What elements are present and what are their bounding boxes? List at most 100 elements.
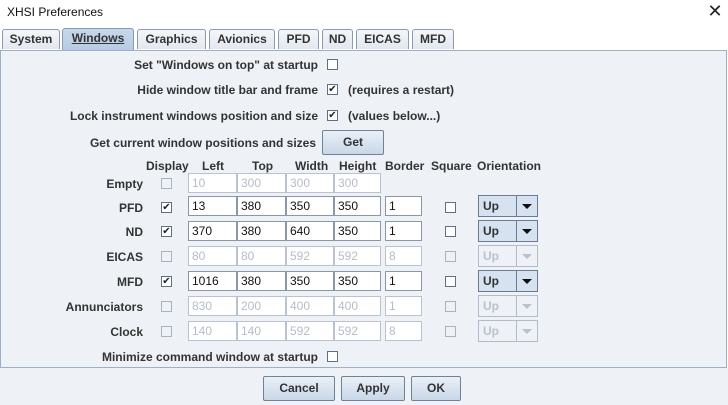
- row-pfd-display-checkbox[interactable]: [161, 202, 172, 213]
- tab-mfd[interactable]: MFD: [412, 29, 454, 49]
- chevron-down-icon[interactable]: [516, 246, 537, 266]
- chevron-down-icon[interactable]: [516, 321, 537, 341]
- row-eicas-width-field[interactable]: 592: [286, 246, 334, 266]
- row-eicas-orientation-value: Up: [483, 249, 499, 263]
- row-annunciators-orientation-value: Up: [483, 299, 499, 313]
- row-pfd-orientation-select[interactable]: Up: [478, 195, 538, 217]
- lock-position-note: (values below...): [348, 109, 441, 123]
- row-nd-width-field[interactable]: 640: [286, 221, 334, 241]
- row-clock-left-field[interactable]: 140: [188, 321, 237, 341]
- row-nd-display-checkbox[interactable]: [161, 226, 172, 237]
- row-nd-square-checkbox[interactable]: [445, 226, 456, 237]
- tab-avionics[interactable]: Avionics: [209, 29, 275, 49]
- lock-position-checkbox[interactable]: [327, 110, 338, 121]
- row-pfd-square-checkbox[interactable]: [445, 202, 456, 213]
- row-clock-top-field[interactable]: 140: [237, 321, 286, 341]
- row-mfd-width-field[interactable]: 350: [286, 271, 334, 291]
- cancel-button[interactable]: Cancel: [263, 376, 335, 401]
- row-nd-left-field[interactable]: 370: [188, 221, 237, 241]
- row-mfd-top-field[interactable]: 380: [237, 271, 286, 291]
- row-clock-width-field[interactable]: 592: [286, 321, 334, 341]
- row-mfd-orientation-select[interactable]: Up: [478, 270, 538, 292]
- row-annunciators-border-field[interactable]: 1: [385, 296, 422, 316]
- header-width: Width: [295, 159, 329, 173]
- apply-button[interactable]: Apply: [341, 376, 405, 401]
- windows-on-top-label: Set "Windows on top" at startup: [134, 58, 318, 72]
- row-clock-orientation-select[interactable]: Up: [478, 320, 538, 342]
- row-clock-orientation-value: Up: [483, 324, 499, 338]
- row-pfd-border-field[interactable]: 1: [385, 196, 422, 216]
- row-pfd-left-field[interactable]: 13: [188, 196, 237, 216]
- row-annunciators-display-checkbox[interactable]: [161, 301, 172, 312]
- close-icon[interactable]: ✕: [704, 1, 726, 23]
- get-button[interactable]: Get: [322, 130, 384, 155]
- row-empty-width-field[interactable]: 300: [286, 173, 334, 193]
- chevron-down-icon[interactable]: [516, 296, 537, 316]
- header-top: Top: [252, 159, 274, 173]
- chevron-down-icon[interactable]: [516, 271, 537, 291]
- header-orientation: Orientation: [477, 159, 542, 173]
- row-empty-height-field[interactable]: 300: [334, 173, 381, 193]
- row-pfd-top-field[interactable]: 380: [237, 196, 286, 216]
- hide-title-bar-label: Hide window title bar and frame: [137, 83, 318, 97]
- row-mfd-border-field[interactable]: 1: [385, 271, 422, 291]
- row-mfd-left-field[interactable]: 1016: [188, 271, 237, 291]
- row-pfd-height-field[interactable]: 350: [334, 196, 381, 216]
- row-nd-top-field[interactable]: 380: [237, 221, 286, 241]
- tab-windows[interactable]: Windows: [62, 28, 134, 50]
- minimize-cmd-checkbox[interactable]: [327, 351, 338, 362]
- chevron-down-icon[interactable]: [516, 221, 537, 241]
- row-annunciators-left-field[interactable]: 830: [188, 296, 237, 316]
- header-left: Left: [202, 159, 224, 173]
- row-mfd-square-checkbox[interactable]: [445, 276, 456, 287]
- row-eicas-height-field[interactable]: 592: [334, 246, 381, 266]
- row-eicas-display-checkbox[interactable]: [161, 251, 172, 262]
- row-nd-border-field[interactable]: 1: [385, 221, 422, 241]
- row-empty-label: Empty: [106, 177, 143, 191]
- header-height: Height: [339, 159, 377, 173]
- chevron-down-icon[interactable]: [516, 196, 537, 216]
- row-eicas-orientation-select[interactable]: Up: [478, 245, 538, 267]
- row-mfd-label: MFD: [117, 275, 143, 289]
- row-eicas-top-field[interactable]: 80: [237, 246, 286, 266]
- footer-bar: Cancel Apply OK: [0, 368, 728, 405]
- windows-on-top-checkbox[interactable]: [327, 59, 338, 70]
- row-pfd-label: PFD: [119, 201, 143, 215]
- row-annunciators-top-field[interactable]: 200: [237, 296, 286, 316]
- row-annunciators-height-field[interactable]: 400: [334, 296, 381, 316]
- row-annunciators-orientation-select[interactable]: Up: [478, 295, 538, 317]
- ok-button[interactable]: OK: [411, 376, 461, 401]
- row-annunciators-width-field[interactable]: 400: [286, 296, 334, 316]
- row-empty-display-checkbox[interactable]: [161, 178, 172, 189]
- row-nd-height-field[interactable]: 350: [334, 221, 381, 241]
- row-clock-square-checkbox[interactable]: [445, 326, 456, 337]
- row-annunciators-square-checkbox[interactable]: [445, 301, 456, 312]
- row-clock-height-field[interactable]: 592: [334, 321, 381, 341]
- tab-pfd[interactable]: PFD: [278, 29, 319, 49]
- header-border: Border: [385, 159, 425, 173]
- tab-mfd-label: MFD: [420, 32, 446, 46]
- row-empty-left-field[interactable]: 10: [188, 173, 237, 193]
- tab-eicas[interactable]: EICAS: [356, 29, 409, 49]
- row-pfd-width-field[interactable]: 350: [286, 196, 334, 216]
- tab-windows-label: Windows: [71, 31, 125, 45]
- row-eicas-border-field[interactable]: 8: [385, 246, 422, 266]
- row-mfd-orientation-value: Up: [483, 274, 499, 288]
- tab-graphics[interactable]: Graphics: [137, 29, 206, 49]
- row-eicas-square-checkbox[interactable]: [445, 251, 456, 262]
- row-clock-border-field[interactable]: 8: [385, 321, 422, 341]
- get-positions-label: Get current window positions and sizes: [89, 136, 316, 150]
- tab-avionics-label: Avionics: [217, 32, 267, 46]
- title-bar: XHSI Preferences ✕: [0, 0, 728, 26]
- row-mfd-display-checkbox[interactable]: [161, 276, 172, 287]
- row-mfd-height-field[interactable]: 350: [334, 271, 381, 291]
- row-nd-orientation-select[interactable]: Up: [478, 220, 538, 242]
- hide-title-bar-checkbox[interactable]: [327, 84, 338, 95]
- row-clock-display-checkbox[interactable]: [161, 326, 172, 337]
- tab-system[interactable]: System: [2, 29, 60, 49]
- tab-eicas-label: EICAS: [364, 32, 401, 46]
- header-square: Square: [431, 159, 472, 173]
- row-empty-top-field[interactable]: 300: [237, 173, 286, 193]
- tab-nd[interactable]: ND: [322, 29, 353, 49]
- row-eicas-left-field[interactable]: 80: [188, 246, 237, 266]
